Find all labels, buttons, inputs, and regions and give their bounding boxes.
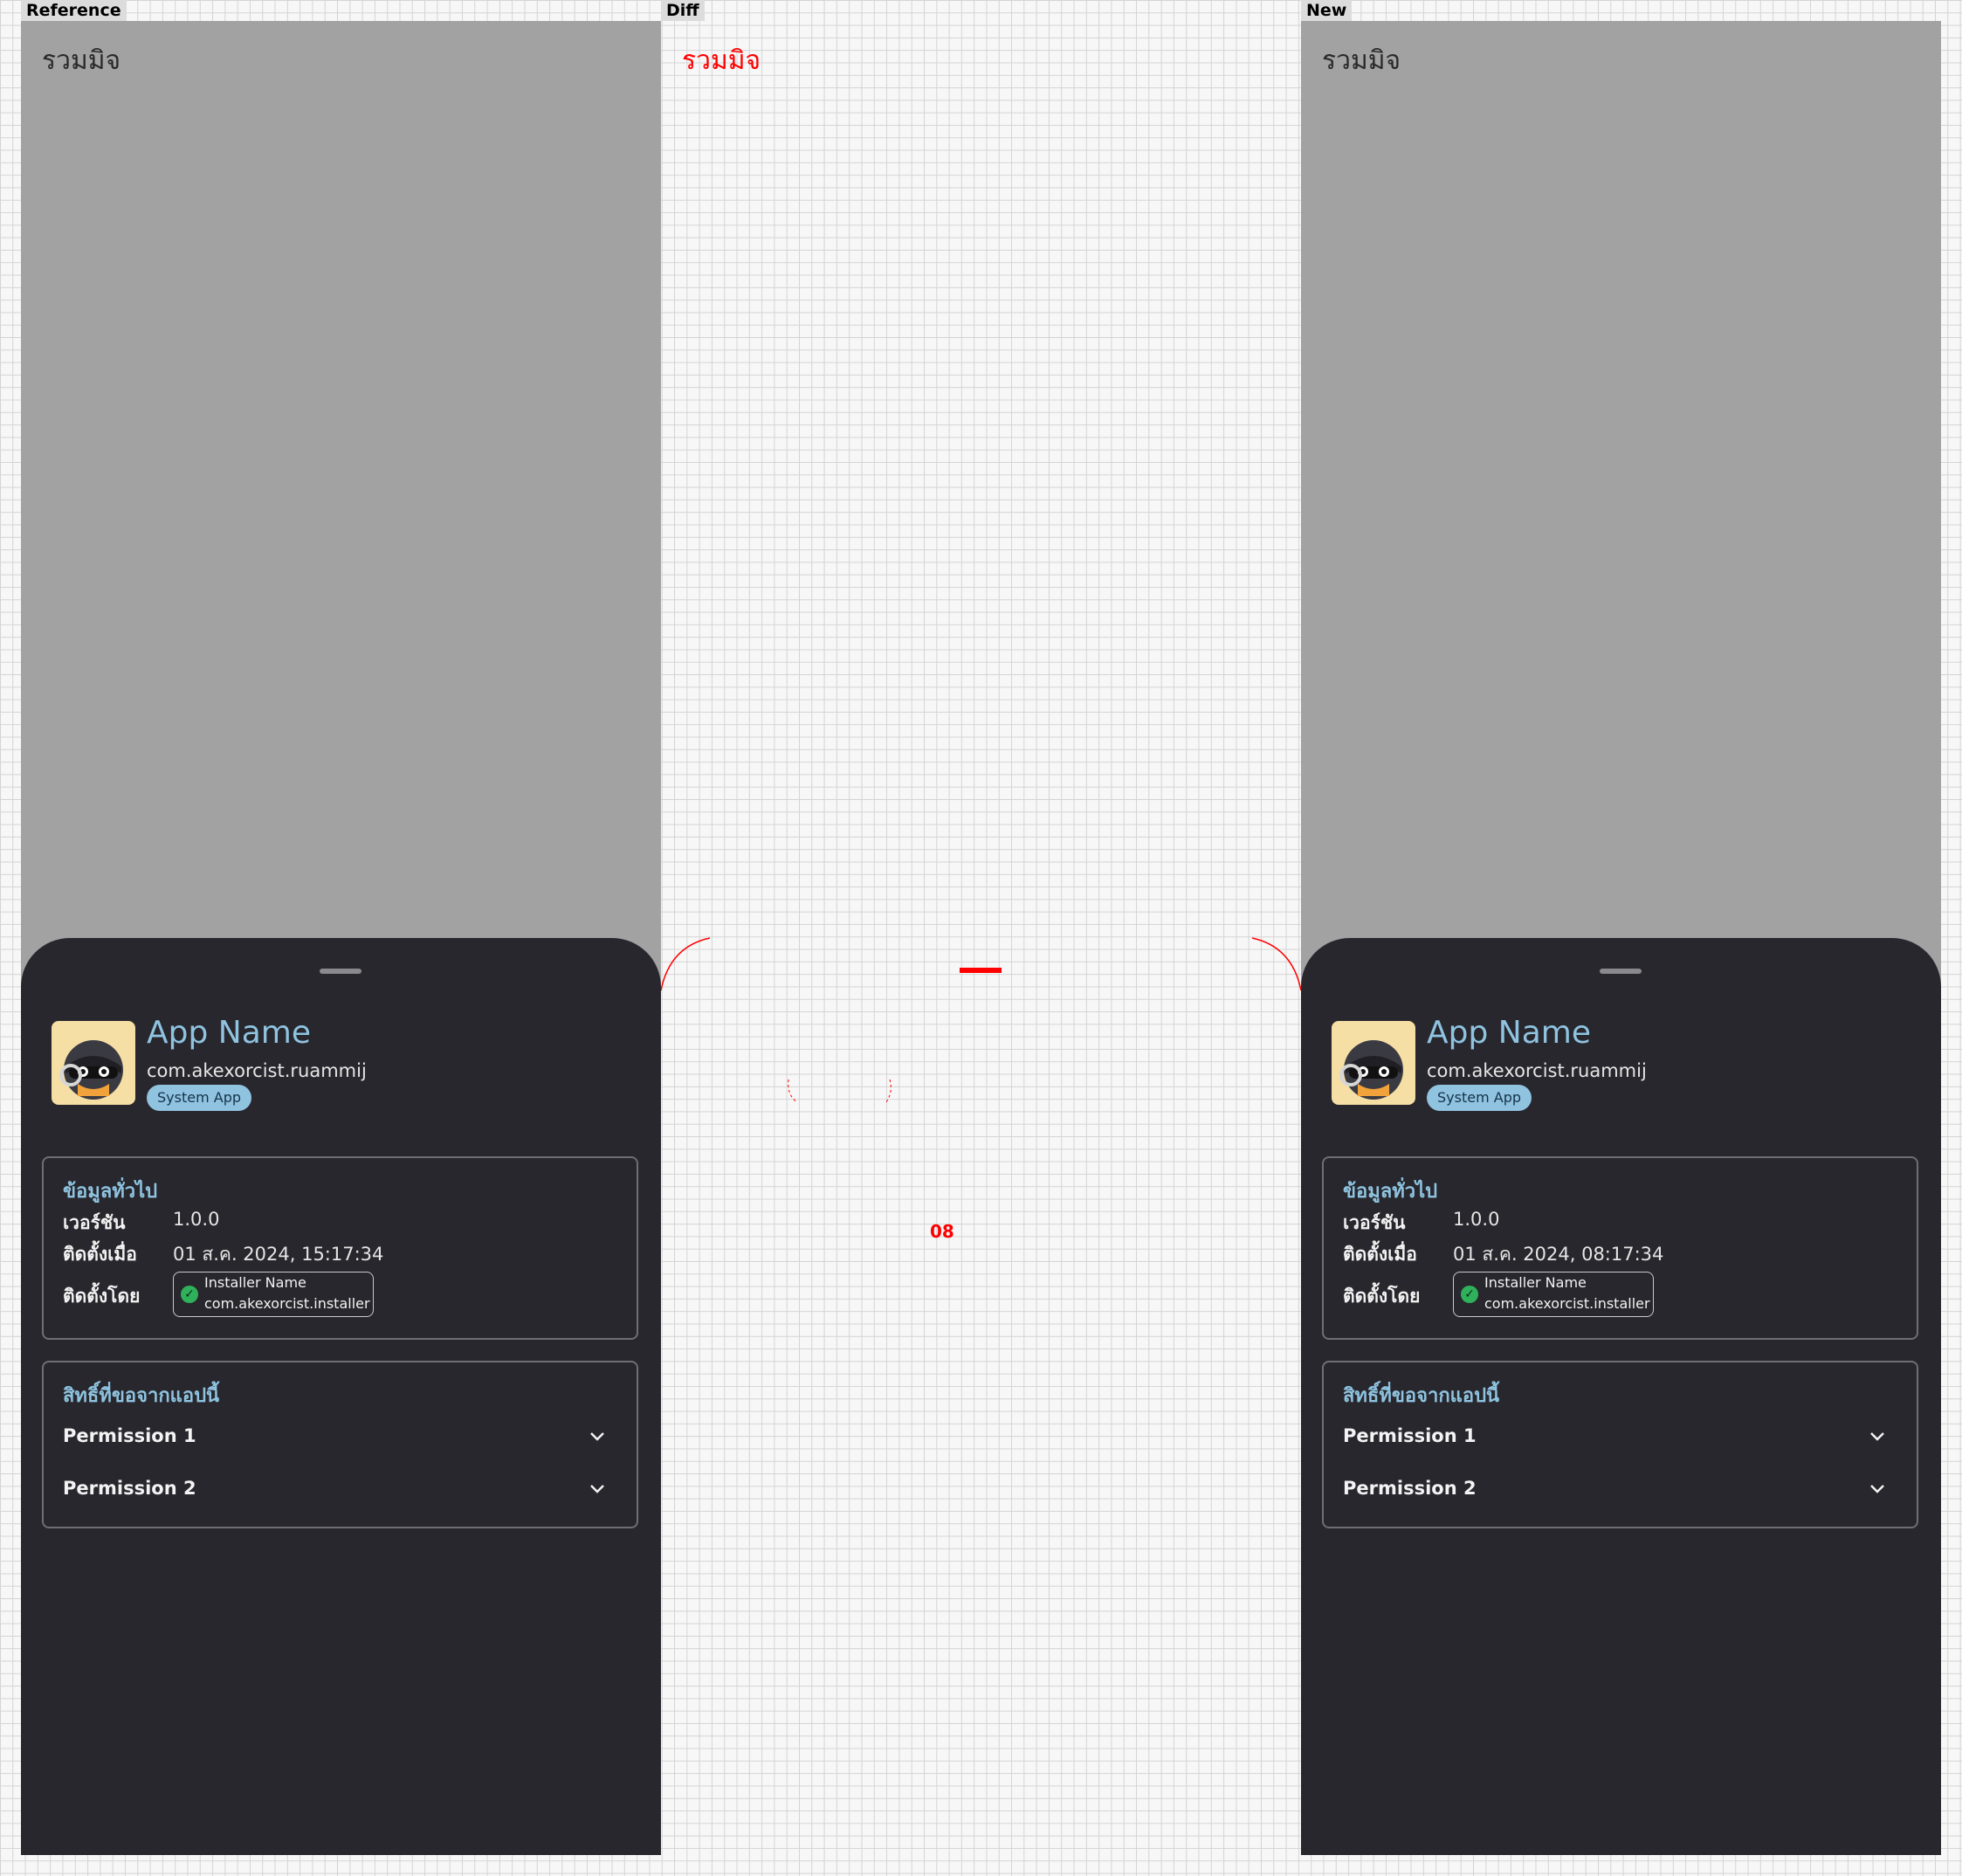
check-icon: ✓ bbox=[1461, 1286, 1478, 1303]
system-app-badge: System App bbox=[147, 1085, 252, 1111]
check-icon: ✓ bbox=[181, 1286, 198, 1303]
chevron-down-icon[interactable] bbox=[587, 1478, 608, 1499]
system-app-badge: System App bbox=[1427, 1085, 1532, 1111]
diff-changed-text: 08 bbox=[930, 1221, 954, 1242]
permission-item[interactable]: Permission 1 bbox=[63, 1420, 622, 1455]
installer-name: Installer Name bbox=[204, 1274, 306, 1291]
permission-item[interactable]: Permission 1 bbox=[1343, 1420, 1902, 1455]
package-name: com.akexorcist.ruammij bbox=[1427, 1060, 1647, 1081]
app-icon bbox=[1332, 1021, 1415, 1105]
installed-at-value: 01 ส.ค. 2024, 08:17:34 bbox=[1453, 1244, 1664, 1265]
installer-chip[interactable]: ✓ Installer Name com.akexorcist.installe… bbox=[173, 1272, 374, 1317]
permission-item[interactable]: Permission 2 bbox=[63, 1473, 622, 1507]
permission-name: Permission 2 bbox=[1343, 1478, 1477, 1499]
permissions-title: สิทธิ์ที่ขอจากแอปนี้ bbox=[1343, 1385, 1500, 1407]
installer-package: com.akexorcist.installer bbox=[1484, 1295, 1650, 1312]
general-info-card: ข้อมูลทั่วไป เวอร์ชัน 1.0.0 ติดตั้งเมื่อ… bbox=[42, 1156, 638, 1340]
version-value: 1.0.0 bbox=[1453, 1209, 1500, 1230]
permission-item[interactable]: Permission 2 bbox=[1343, 1473, 1902, 1507]
package-name: com.akexorcist.ruammij bbox=[147, 1060, 367, 1081]
permissions-card: สิทธิ์ที่ขอจากแอปนี้ Permission 1 Permis… bbox=[1322, 1361, 1918, 1528]
app-name: App Name bbox=[1427, 1015, 1591, 1051]
background-title: รวมมิจ bbox=[1322, 45, 1401, 76]
version-label: เวอร์ชัน bbox=[63, 1212, 126, 1233]
new-screen: รวมมิจ App Name com.akexorcist.ruammij S… bbox=[1301, 21, 1941, 1855]
general-info-title: ข้อมูลทั่วไป bbox=[63, 1181, 158, 1203]
app-icon bbox=[52, 1021, 135, 1105]
version-label: เวอร์ชัน bbox=[1343, 1212, 1406, 1233]
chevron-down-icon[interactable] bbox=[587, 1425, 608, 1446]
installed-at-label: ติดตั้งเมื่อ bbox=[1343, 1244, 1417, 1265]
general-info-title: ข้อมูลทั่วไป bbox=[1343, 1181, 1438, 1203]
reference-panel-label: Reference bbox=[21, 0, 127, 21]
installed-by-label: ติดตั้งโดย bbox=[63, 1286, 141, 1307]
app-name: App Name bbox=[147, 1015, 311, 1051]
diff-screen: รวมมิจ 08 bbox=[661, 21, 1301, 1855]
permission-name: Permission 2 bbox=[63, 1478, 196, 1499]
drag-handle[interactable] bbox=[1600, 969, 1642, 974]
drag-handle[interactable] bbox=[320, 969, 361, 974]
permission-name: Permission 1 bbox=[1343, 1425, 1477, 1446]
permissions-title: สิทธิ์ที่ขอจากแอปนี้ bbox=[63, 1385, 220, 1407]
installer-name: Installer Name bbox=[1484, 1274, 1587, 1291]
background-title: รวมมิจ bbox=[42, 45, 121, 76]
installer-chip[interactable]: ✓ Installer Name com.akexorcist.installe… bbox=[1453, 1272, 1654, 1317]
diff-outline bbox=[661, 937, 1301, 1103]
chevron-down-icon[interactable] bbox=[1867, 1478, 1888, 1499]
permission-name: Permission 1 bbox=[63, 1425, 196, 1446]
permissions-card: สิทธิ์ที่ขอจากแอปนี้ Permission 1 Permis… bbox=[42, 1361, 638, 1528]
installer-package: com.akexorcist.installer bbox=[204, 1295, 370, 1312]
version-value: 1.0.0 bbox=[173, 1209, 220, 1230]
new-panel-label: New bbox=[1301, 0, 1353, 21]
reference-screen: รวมมิจ App Name com.akexorcist.ruammij S… bbox=[21, 21, 661, 1855]
app-detail-bottom-sheet: App Name com.akexorcist.ruammij System A… bbox=[1301, 938, 1941, 1855]
app-detail-bottom-sheet: App Name com.akexorcist.ruammij System A… bbox=[21, 938, 661, 1855]
installed-by-label: ติดตั้งโดย bbox=[1343, 1286, 1421, 1307]
diff-panel-label: Diff bbox=[661, 0, 705, 21]
installed-at-value: 01 ส.ค. 2024, 15:17:34 bbox=[173, 1244, 384, 1265]
installed-at-label: ติดตั้งเมื่อ bbox=[63, 1244, 137, 1265]
chevron-down-icon[interactable] bbox=[1867, 1425, 1888, 1446]
general-info-card: ข้อมูลทั่วไป เวอร์ชัน 1.0.0 ติดตั้งเมื่อ… bbox=[1322, 1156, 1918, 1340]
